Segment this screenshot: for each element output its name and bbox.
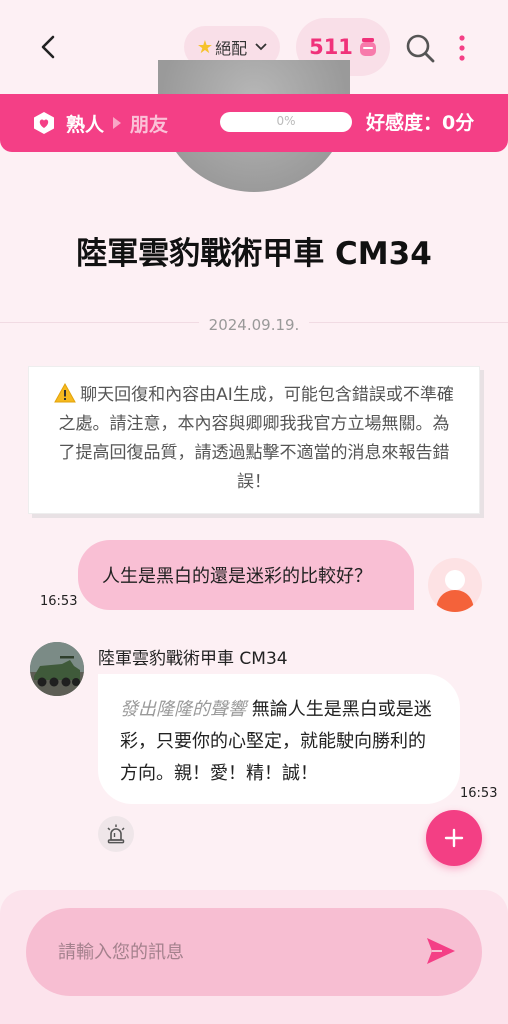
message-input[interactable] [26, 908, 482, 996]
user-message-text: 人生是黑白的還是迷彩的比較好？ [102, 566, 372, 587]
date-separator: 2024.09.19. [0, 316, 508, 334]
relationship-bar: 熟人 朋友 0% 好感度：0分 [0, 94, 508, 152]
user-avatar[interactable] [428, 558, 482, 612]
person-icon [436, 570, 474, 612]
star-icon: ★ [196, 36, 214, 58]
next-relationship-stage: 朋友 [130, 114, 169, 136]
disclaimer-text: 聊天回復和內容由AI生成，可能包含錯誤或不準確之處。請注意，本內容與卿卿我我官方… [58, 385, 454, 492]
chevron-left-icon [41, 35, 55, 59]
stage-arrow-icon [113, 117, 121, 129]
coin-count: 511 [309, 35, 353, 59]
character-message-bubble[interactable]: 發出隆隆的聲響 無論人生是黑白或是迷彩，只要你的心堅定，就能駛向勝利的方向。親！… [98, 674, 460, 804]
ai-disclaimer-notice: 聊天回復和內容由AI生成，可能包含錯誤或不準確之處。請注意，本內容與卿卿我我官方… [28, 366, 480, 514]
character-message-time: 16:53 [460, 786, 498, 801]
affinity-progress-label: 0% [276, 114, 296, 128]
report-alarm-button[interactable] [98, 816, 134, 852]
warning-icon [54, 383, 77, 403]
model-label: 絕配 [215, 39, 248, 58]
more-options-icon[interactable] [452, 32, 472, 64]
coin-jar-icon [359, 38, 376, 56]
affinity-progress-bar: 0% [220, 112, 352, 132]
character-name: 陸軍雲豹戰術甲車 CM34 [76, 236, 432, 272]
character-avatar[interactable] [30, 642, 84, 696]
add-button[interactable] [426, 810, 482, 866]
character-name-label: 陸軍雲豹戰術甲車 CM34 [98, 649, 288, 669]
send-icon[interactable] [424, 934, 458, 968]
user-message-time: 16:53 [40, 594, 78, 609]
heart-shield-icon [34, 112, 54, 134]
favorability-score: 好感度：0分 [366, 112, 475, 134]
back-button[interactable] [34, 28, 62, 66]
relationship-stage: 熟人 [66, 114, 105, 136]
plus-icon [444, 828, 464, 848]
user-message-bubble[interactable]: 人生是黑白的還是迷彩的比較好？ [78, 540, 414, 610]
armored-vehicle-icon [30, 642, 84, 696]
character-action-text: 發出隆隆的聲響 [120, 699, 246, 720]
chevron-down-icon [255, 43, 267, 51]
date-label: 2024.09.19. [198, 316, 310, 334]
message-composer [0, 890, 508, 1024]
siren-icon [107, 824, 125, 844]
search-icon[interactable] [404, 32, 436, 64]
